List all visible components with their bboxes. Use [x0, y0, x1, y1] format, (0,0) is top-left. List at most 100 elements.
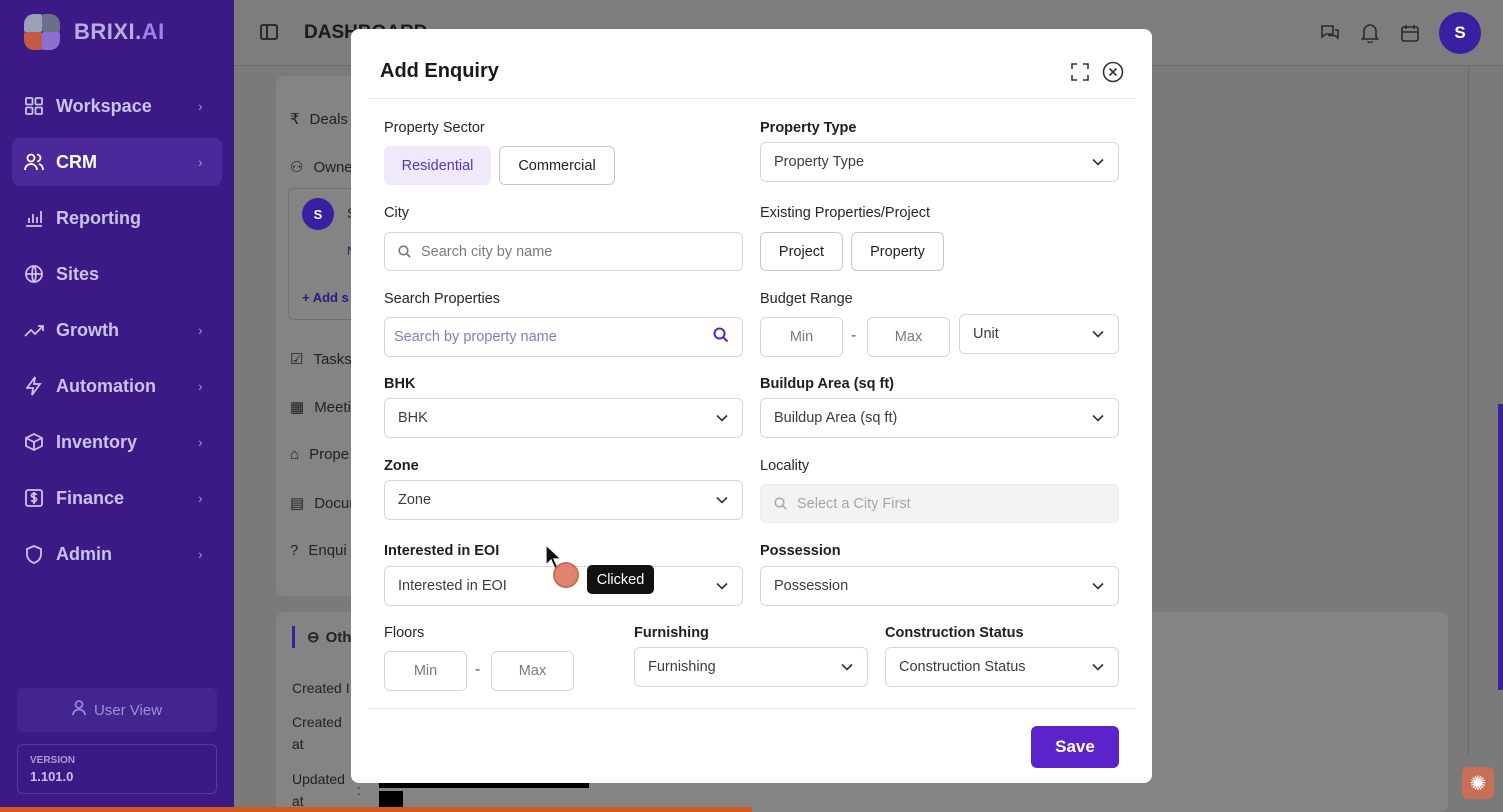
furnishing-value: Furnishing — [648, 659, 716, 675]
construction-status-label: Construction Status — [885, 625, 1024, 641]
redacted-bar — [379, 783, 589, 788]
sidebar-item-label: Reporting — [56, 207, 141, 228]
property-search-input[interactable]: Search by property name — [384, 317, 743, 357]
budget-max-input[interactable]: Max — [867, 317, 950, 357]
sidebar-item-admin[interactable]: Admin › — [12, 530, 222, 578]
scrollbar[interactable] — [1498, 404, 1503, 690]
budget-unit-value: Unit — [973, 326, 999, 342]
budget-unit-select[interactable]: Unit — [959, 314, 1119, 354]
chevron-down-icon — [1091, 411, 1105, 425]
chevron-right-icon: › — [198, 322, 203, 338]
search-icon[interactable] — [713, 327, 729, 347]
budget-min-input[interactable]: Min — [760, 317, 843, 357]
chevron-right-icon: › — [198, 434, 203, 450]
bell-icon[interactable] — [1359, 22, 1381, 44]
sidebar: BRIXI.AI Workspace › CRM › Reporting Sit… — [0, 0, 234, 812]
buildup-area-value: Buildup Area (sq ft) — [774, 410, 898, 426]
city-search-input[interactable]: Search city by name — [384, 232, 743, 271]
construction-status-select[interactable]: Construction Status — [885, 647, 1119, 687]
rupee-icon: ₹ — [290, 111, 300, 128]
sidebar-item-label: Sites — [56, 263, 100, 284]
assistant-launcher-icon[interactable]: ✺ — [1462, 767, 1494, 799]
furnishing-select[interactable]: Furnishing — [634, 647, 868, 687]
checkbox-icon: ☑ — [290, 351, 304, 368]
sidebar-item-crm[interactable]: CRM › — [12, 138, 222, 186]
floors-separator: - — [475, 661, 481, 678]
project-option[interactable]: Project — [760, 232, 843, 271]
brand-logo-icon — [24, 14, 60, 50]
sidebar-item-label: Finance — [56, 487, 125, 508]
dollar-icon — [24, 488, 44, 508]
floors-max-placeholder: Max — [518, 663, 547, 679]
floors-min-input[interactable]: Min — [384, 651, 467, 691]
user-view-label: User View — [93, 701, 163, 719]
zone-label: Zone — [384, 458, 419, 474]
buildup-area-select[interactable]: Buildup Area (sq ft) — [760, 398, 1119, 438]
click-indicator — [553, 562, 579, 588]
zone-value: Zone — [398, 492, 432, 508]
floors-min-placeholder: Min — [413, 663, 438, 679]
chevron-right-icon: › — [198, 378, 203, 394]
progress-bar — [0, 807, 752, 812]
commercial-option[interactable]: Commercial — [499, 146, 615, 185]
property-option[interactable]: Property — [851, 232, 944, 271]
sidebar-item-label: Workspace — [56, 95, 152, 116]
close-icon[interactable] — [1102, 61, 1124, 83]
sidebar-item-reporting[interactable]: Reporting — [12, 194, 222, 242]
sidebar-item-sites[interactable]: Sites — [12, 250, 222, 298]
bhk-label: BHK — [384, 376, 416, 392]
brand[interactable]: BRIXI.AI — [24, 14, 165, 50]
bg-created-at: Created — [292, 714, 342, 730]
locality-search-input[interactable]: Select a City First — [760, 484, 1119, 523]
bg-row-properties: ⌂ Prope — [290, 446, 350, 463]
zone-select[interactable]: Zone — [384, 480, 743, 520]
search-icon — [398, 245, 412, 259]
owner-avatar: S — [302, 198, 334, 230]
property-sector-label: Property Sector — [384, 120, 485, 136]
locality-label: Locality — [760, 458, 810, 474]
modal-title: Add Enquiry — [380, 60, 499, 82]
add-enquiry-modal: Add Enquiry Property Sector Residential … — [351, 29, 1152, 783]
property-type-select[interactable]: Property Type — [760, 142, 1119, 182]
residential-option[interactable]: Residential — [384, 146, 491, 185]
user-view-button[interactable]: User View — [17, 688, 217, 732]
possession-value: Possession — [774, 578, 849, 594]
document-icon: ▤ — [290, 495, 305, 512]
search-properties-label: Search Properties — [384, 291, 501, 307]
city-placeholder: Search city by name — [421, 243, 553, 260]
sidebar-toggle-icon[interactable] — [260, 24, 278, 40]
sidebar-item-label: Automation — [56, 375, 156, 396]
construction-status-value: Construction Status — [899, 659, 1026, 675]
floors-max-input[interactable]: Max — [491, 651, 574, 691]
sidebar-item-inventory[interactable]: Inventory › — [12, 418, 222, 466]
bar-chart-icon — [24, 208, 44, 228]
avatar[interactable]: S — [1439, 12, 1481, 54]
sidebar-item-growth[interactable]: Growth › — [12, 306, 222, 354]
calendar-icon[interactable] — [1399, 22, 1421, 44]
trend-icon — [24, 320, 44, 340]
bg-created-by: Created I — [292, 680, 350, 696]
shield-icon — [24, 544, 44, 564]
bg-updated-at: Updated — [292, 771, 345, 787]
sidebar-item-workspace[interactable]: Workspace › — [12, 82, 222, 130]
top-icons: S — [1319, 12, 1481, 54]
expand-icon[interactable] — [1071, 63, 1089, 81]
chat-icon[interactable] — [1319, 22, 1341, 44]
bhk-select[interactable]: BHK — [384, 398, 743, 438]
existing-properties-label: Existing Properties/Project — [760, 205, 931, 221]
possession-label: Possession — [760, 543, 841, 559]
chevron-right-icon: › — [198, 98, 203, 114]
bg-add-link: + Add s — [302, 290, 349, 305]
bhk-value: BHK — [398, 410, 428, 426]
property-search-placeholder: Search by property name — [394, 329, 557, 345]
clicked-tooltip: Clicked — [587, 565, 654, 594]
chevron-down-icon — [1091, 327, 1105, 341]
city-label: City — [384, 205, 409, 221]
save-button[interactable]: Save — [1031, 726, 1119, 768]
sidebar-item-label: Admin — [56, 543, 112, 564]
brand-name: BRIXI.AI — [74, 19, 165, 44]
sidebar-item-automation[interactable]: Automation › — [12, 362, 222, 410]
sidebar-item-finance[interactable]: Finance › — [12, 474, 222, 522]
possession-select[interactable]: Possession — [760, 566, 1119, 606]
bg-row-owner: ⚇ Owne — [290, 158, 353, 177]
